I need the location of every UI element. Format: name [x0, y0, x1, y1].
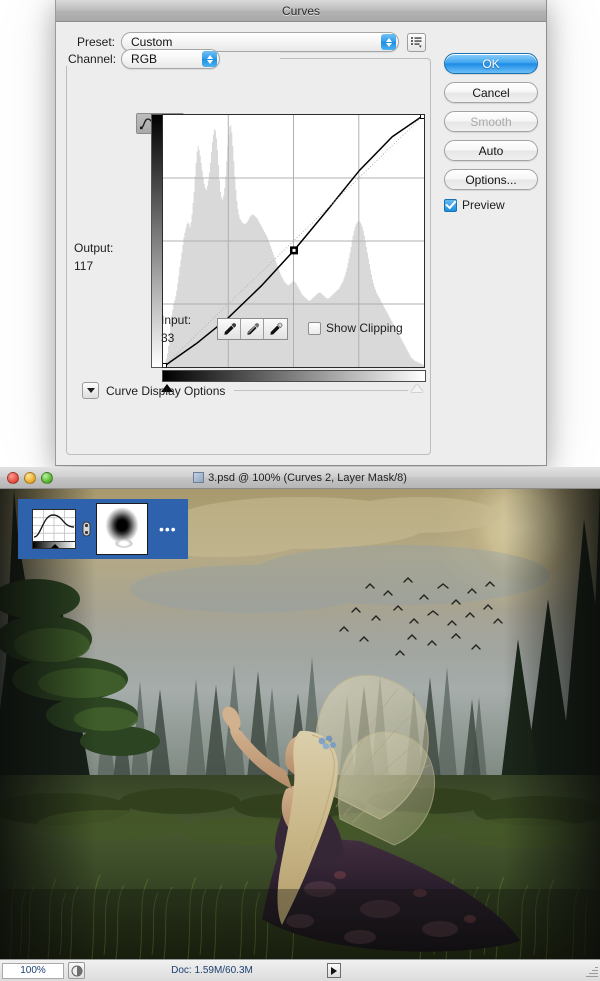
play-arrow-icon[interactable] — [327, 963, 341, 978]
layer-mask-thumbnail[interactable] — [96, 503, 148, 555]
screen: Curves Preset: Custom Channel: RGB Outpu… — [0, 0, 600, 981]
input-label: Input: — [161, 313, 192, 327]
preview-row[interactable]: Preview — [444, 198, 538, 212]
preset-menu-icon[interactable] — [407, 32, 426, 52]
preview-checkbox[interactable] — [444, 198, 457, 212]
show-clipping-checkbox[interactable] — [308, 321, 321, 335]
smooth-button: Smooth — [444, 111, 538, 132]
preset-stepper[interactable] — [381, 34, 396, 50]
channel-stepper[interactable] — [202, 51, 218, 67]
options-button[interactable]: Options... — [444, 169, 538, 190]
input-readout: Input: 33 — [161, 312, 191, 348]
channel-row: Channel: RGB — [64, 49, 221, 69]
status-bar: 100% Doc: 1.59M/60.3M — [0, 959, 600, 981]
photoshop-doc-icon — [193, 472, 205, 483]
eyedropper-group — [217, 318, 288, 340]
image-canvas[interactable]: ••• — [0, 489, 600, 959]
white-point-eyedropper[interactable] — [264, 319, 287, 339]
dialog-buttons: OK Cancel Smooth Auto Options... Preview — [444, 53, 538, 212]
show-clipping-label: Show Clipping — [326, 321, 403, 335]
output-value: 117 — [74, 259, 94, 273]
input-value: 33 — [161, 331, 175, 345]
link-icon[interactable] — [82, 521, 91, 537]
curves-adjustment-icon[interactable] — [32, 509, 76, 549]
minimize-button[interactable] — [24, 472, 36, 484]
gray-point-eyedropper[interactable] — [241, 319, 264, 339]
auto-button[interactable]: Auto — [444, 140, 538, 161]
preset-value: Custom — [131, 35, 173, 49]
channel-value: RGB — [131, 52, 158, 66]
chevron-down-icon[interactable] — [82, 382, 99, 399]
dialog-title: Curves — [281, 3, 320, 18]
curves-dialog: Curves Preset: Custom Channel: RGB Outpu… — [55, 0, 547, 466]
close-button[interactable] — [7, 472, 19, 484]
layer-overflow-dots: ••• — [159, 521, 177, 537]
input-gradient-strip — [162, 370, 426, 382]
eyedropper-black-icon — [223, 322, 236, 335]
curve-display-options-label: Curve Display Options — [106, 383, 226, 398]
show-clipping-row[interactable]: Show Clipping — [308, 321, 403, 335]
divider — [234, 390, 408, 391]
zoom-button[interactable] — [41, 472, 53, 484]
traffic-lights — [7, 472, 53, 484]
output-readout: Output: 117 — [74, 240, 113, 276]
document-title: 3.psd @ 100% (Curves 2, Layer Mask/8) — [208, 471, 407, 484]
document-title-wrap: 3.psd @ 100% (Curves 2, Layer Mask/8) — [193, 472, 407, 484]
preview-label: Preview — [462, 198, 505, 212]
cancel-button[interactable]: Cancel — [444, 82, 538, 103]
channel-dropdown[interactable]: RGB — [121, 49, 221, 69]
preset-label: Preset: — [76, 35, 115, 49]
zoom-level-field[interactable]: 100% — [2, 962, 64, 979]
artwork — [0, 489, 600, 959]
white-point-slider[interactable] — [411, 384, 423, 392]
layer-row-overlay[interactable]: ••• — [18, 499, 188, 559]
eyedropper-white-icon — [270, 322, 283, 335]
document-titlebar: 3.psd @ 100% (Curves 2, Layer Mask/8) — [0, 467, 600, 489]
eyedropper-gray-icon — [246, 322, 259, 335]
curves-dialog-titlebar: Curves — [56, 0, 546, 22]
curves-dialog-body: Preset: Custom Channel: RGB Output: 117 … — [56, 22, 546, 465]
document-info: Doc: 1.59M/60.3M — [171, 965, 253, 976]
output-label: Output: — [74, 241, 114, 255]
preview-badge-icon[interactable] — [68, 962, 85, 979]
document-window: 3.psd @ 100% (Curves 2, Layer Mask/8) ••… — [0, 467, 600, 981]
curve-display-options-row[interactable]: Curve Display Options — [82, 382, 412, 399]
black-point-eyedropper[interactable] — [218, 319, 241, 339]
channel-label: Channel: — [64, 52, 122, 66]
resize-grip[interactable] — [584, 964, 598, 978]
ok-button[interactable]: OK — [444, 53, 538, 74]
